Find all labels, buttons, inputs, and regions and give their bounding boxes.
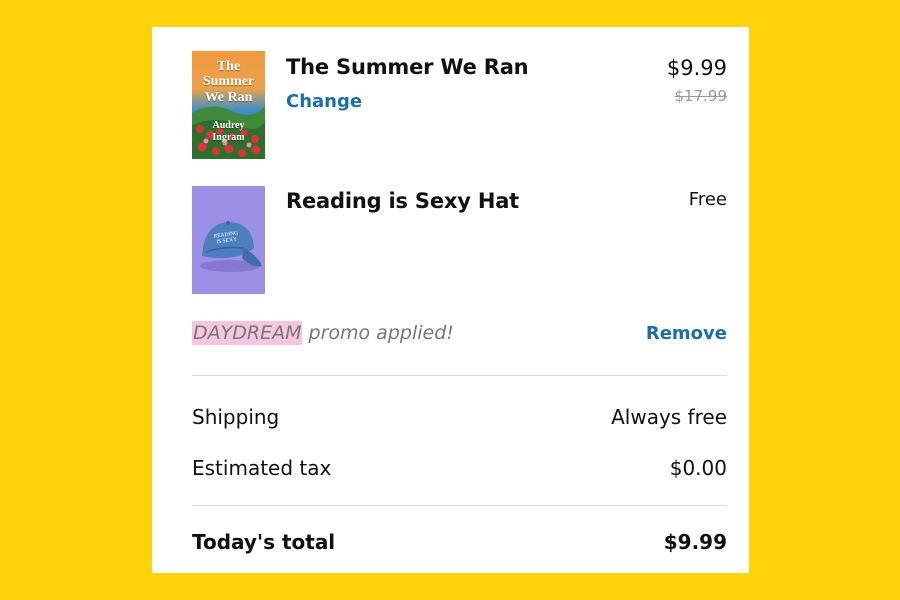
promo-code: DAYDREAM bbox=[192, 321, 303, 345]
shipping-label: Shipping bbox=[192, 405, 280, 429]
remove-promo-button[interactable]: Remove bbox=[646, 323, 727, 344]
hat-price: Free bbox=[688, 189, 727, 210]
hat-item-title: Reading is Sexy Hat bbox=[286, 189, 520, 213]
book-cover-author-line-1: Audrey bbox=[212, 120, 245, 131]
hat-product-image: READING IS SEXY bbox=[192, 186, 265, 294]
tax-label: Estimated tax bbox=[192, 456, 332, 480]
book-item-title: The Summer We Ran bbox=[286, 55, 529, 79]
promo-message: promo applied! bbox=[308, 322, 454, 344]
divider bbox=[192, 505, 727, 506]
book-cover-image: The Summer We Ran Audrey Ingram bbox=[192, 51, 265, 159]
change-book-link[interactable]: Change bbox=[286, 91, 362, 112]
book-price: $9.99 bbox=[666, 56, 727, 80]
book-original-price: $17.99 bbox=[674, 87, 728, 105]
divider bbox=[192, 375, 727, 376]
shipping-value: Always free bbox=[611, 405, 727, 429]
book-cover-title-line-1: The bbox=[216, 59, 241, 74]
tax-value: $0.00 bbox=[669, 456, 727, 480]
total-value: $9.99 bbox=[663, 530, 727, 554]
book-cover-title-line-3: We Ran bbox=[204, 90, 253, 105]
book-cover-author-line-2: Ingram bbox=[212, 132, 245, 143]
total-label: Today's total bbox=[192, 530, 336, 554]
book-cover-title-line-2: Summer bbox=[202, 74, 255, 89]
promo-status: DAYDREAM promo applied! bbox=[192, 321, 454, 345]
order-summary-card: The Summer We Ran Audrey Ingram The Summ… bbox=[152, 27, 749, 573]
